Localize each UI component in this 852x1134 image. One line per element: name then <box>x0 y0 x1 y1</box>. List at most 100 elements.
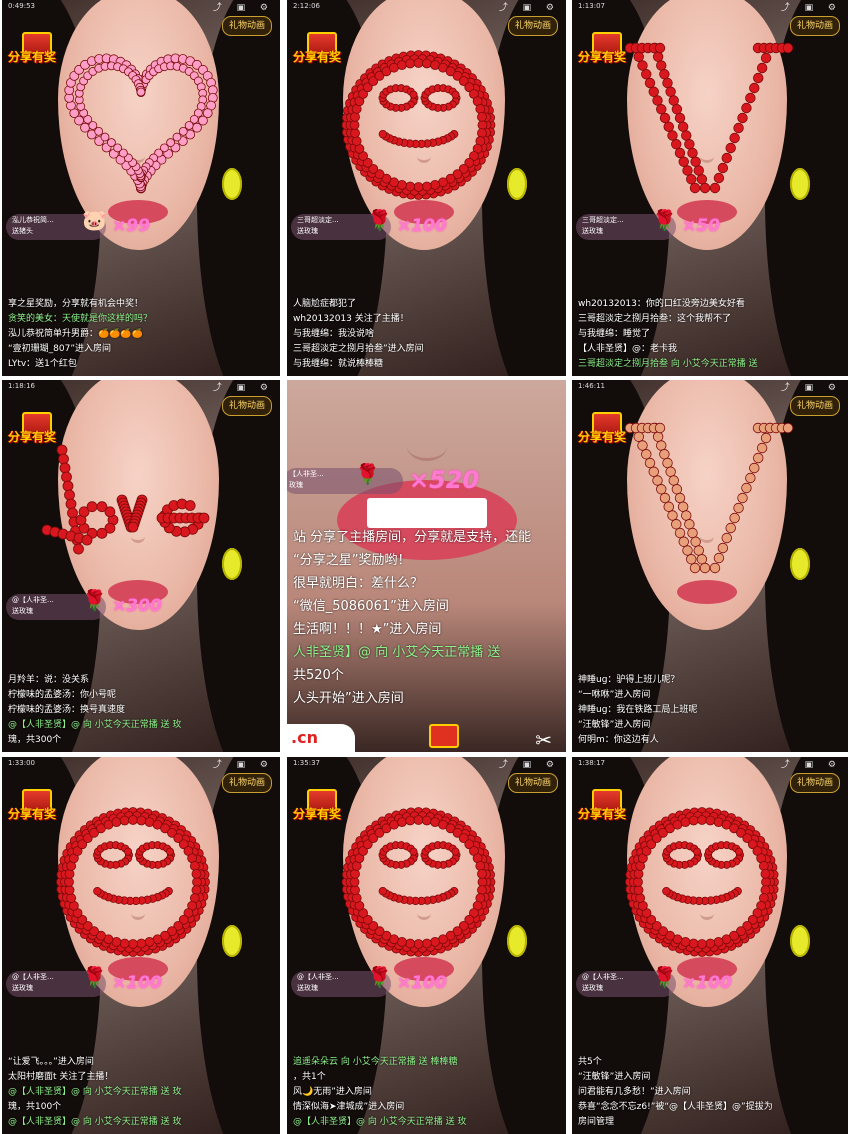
gift-sender: 泓儿恭祝简... 送猪头 <box>12 215 54 237</box>
rose-dot <box>665 466 676 477</box>
gift-animation-toggle[interactable]: 礼物动画 <box>789 396 840 416</box>
rose-dot <box>66 893 77 903</box>
chat-message: 恭喜“念念不忘z6!”被“@【人非圣贤】@”提拔为 <box>578 1102 773 1112</box>
rose-dot <box>409 90 418 99</box>
rose-dot <box>136 938 147 949</box>
chat-message: 柠檬味的孟婆汤：换号真速度 <box>8 705 126 715</box>
gift-animation-toggle[interactable]: 礼物动画 <box>507 16 558 36</box>
share-reward-button[interactable]: 分享有奖 <box>578 787 636 823</box>
rose-dot <box>753 452 764 464</box>
rose-dot <box>64 489 75 501</box>
rose-dot <box>782 42 794 54</box>
rose-dot <box>671 139 682 150</box>
rose-dot <box>733 122 744 134</box>
rose-dot <box>686 554 697 565</box>
rose-dot <box>693 165 704 176</box>
rose-dot <box>671 104 683 115</box>
gift-sender: @【人非圣... 送玫瑰 <box>12 972 54 994</box>
rose-dot <box>477 120 488 130</box>
top-icons[interactable]: ⤴ ▣ ⚙ <box>499 757 560 770</box>
status-time: 0:49:53 <box>8 2 35 10</box>
rose-dot <box>451 847 460 856</box>
gift-animation-toggle[interactable]: 礼物动画 <box>221 773 272 793</box>
rose-dot <box>166 847 175 856</box>
rose-dot <box>350 128 360 138</box>
chat-message: 与我缠绵：睡觉了 <box>578 329 651 339</box>
rose-dot <box>671 484 683 495</box>
rose-dot <box>725 522 736 534</box>
rose-dot <box>756 62 768 74</box>
scissors-icon[interactable]: ✂ <box>535 728 552 752</box>
share-reward-button[interactable]: 分享有奖 <box>8 787 66 823</box>
gift-box-icon[interactable] <box>429 724 459 748</box>
rose-dot <box>65 498 77 510</box>
gift-animation-toggle[interactable]: 礼物动画 <box>221 16 272 36</box>
top-icons[interactable]: ⤴ ▣ ⚙ <box>213 0 274 13</box>
share-reward-button[interactable]: 分享有奖 <box>8 410 66 446</box>
chat-message: @【人非圣贤】@ 向 小艾今天正常播 送 玫 <box>8 1087 182 1097</box>
rose-dot <box>680 817 691 828</box>
rose-dot <box>659 69 670 80</box>
share-reward-button[interactable]: 分享有奖 <box>293 787 351 823</box>
rose-icon: 🌹 <box>355 462 380 486</box>
top-icons[interactable]: ⤴ ▣ ⚙ <box>213 757 274 770</box>
top-icons[interactable]: ⤴ ▣ ⚙ <box>781 0 842 13</box>
gift-animation-toggle[interactable]: 礼物动画 <box>221 396 272 416</box>
status-time: 1:13:07 <box>578 2 605 10</box>
rose-dot <box>637 440 648 451</box>
rose-dot <box>136 87 146 97</box>
chat-message: 风🌙无雨”进入房间 <box>293 1087 372 1097</box>
gift-sender: @【人非圣... 送玫瑰 <box>12 595 54 617</box>
rose-dot <box>659 449 670 460</box>
gift-banner: 泓儿恭祝简... 送猪头 🐷 ×99 <box>6 208 150 240</box>
rose-dot <box>477 112 487 122</box>
rose-dot <box>713 936 724 947</box>
share-reward-button[interactable]: 分享有奖 <box>293 30 351 66</box>
stream-screenshot: 1:35:37 ⤴ ▣ ⚙ 礼物动画 分享有奖 @【人非圣... 送玫瑰 🌹 ×100 追遥朵朵… <box>287 757 566 1134</box>
rose-dot <box>677 501 689 512</box>
rose-dot <box>667 130 678 141</box>
rose-dot <box>104 506 116 518</box>
gift-count: ×100 <box>397 216 447 236</box>
stream-screenshot: 【人非圣... 玫瑰 🌹 ×520 站 分享了主播房间，分享就是支持，还能 “分享之星”奖… <box>287 380 566 752</box>
chat-message: 人脑尬症都犯了 <box>293 299 357 309</box>
gift-sender-line: 送玫瑰 <box>297 984 318 992</box>
gift-animation-toggle[interactable]: 礼物动画 <box>789 16 840 36</box>
rose-dot <box>688 815 699 826</box>
gift-banner: 三哥超淡定... 送玫瑰 🌹 ×100 <box>291 208 447 240</box>
rose-dot <box>721 152 732 164</box>
rose-dot <box>421 58 432 69</box>
gift-animation-toggle[interactable]: 礼物动画 <box>507 773 558 793</box>
gift-sender-line: 送玫瑰 <box>12 607 33 615</box>
top-icons[interactable]: ⤴ ▣ ⚙ <box>213 380 274 393</box>
rose-dot <box>686 174 697 185</box>
status-time: 2:12:06 <box>293 2 320 10</box>
rose-dot <box>413 58 424 68</box>
rose-dot <box>760 52 772 64</box>
rose-dot <box>475 104 486 114</box>
rose-dot <box>760 869 771 879</box>
stream-screenshot: 1:18:16 ⤴ ▣ ⚙ 礼物动画 分享有奖 @【人非圣... 送玫瑰 🌹 ×300 月羚羊：… <box>2 380 280 752</box>
rose-dot <box>378 886 388 896</box>
top-icons[interactable]: ⤴ ▣ ⚙ <box>499 0 560 13</box>
chat-message: 追遥朵朵云 向 小艾今天正常播 送 棒棒糖 <box>293 1057 458 1067</box>
share-reward-button[interactable]: 分享有奖 <box>578 30 636 66</box>
chat-message: “分享之星”奖励哟！ <box>293 553 411 568</box>
gift-animation-toggle[interactable]: 礼物动画 <box>789 773 840 793</box>
top-icons[interactable]: ⤴ ▣ ⚙ <box>781 757 842 770</box>
rose-dot <box>421 938 432 949</box>
top-icons[interactable]: ⤴ ▣ ⚙ <box>781 380 842 393</box>
rose-dot <box>741 482 752 494</box>
rose-dot <box>753 72 764 84</box>
rose-dot <box>192 122 202 133</box>
rose-dot <box>413 815 424 825</box>
share-reward-button[interactable]: 分享有奖 <box>578 410 636 446</box>
chat-message: 享之星奖励，分享就有机会中奖！ <box>8 299 144 309</box>
rose-dot <box>741 102 752 114</box>
rose-dot <box>662 457 673 469</box>
rose-dot <box>397 60 407 71</box>
rose-dot <box>136 815 147 826</box>
chat-message: @【人非圣贤】@ 向 小艾今天正常播 送 玫 <box>8 720 182 730</box>
share-reward-button[interactable]: 分享有奖 <box>8 30 66 66</box>
rose-dot <box>737 492 748 504</box>
